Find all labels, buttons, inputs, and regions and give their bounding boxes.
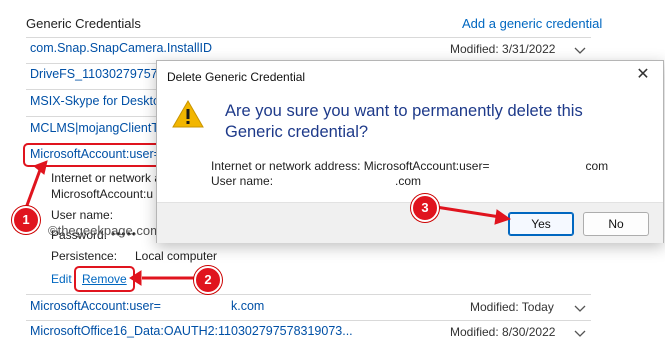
step-badge-3: 3 bbox=[411, 194, 439, 222]
step-badge-2: 2 bbox=[194, 266, 222, 294]
annotation-arrows bbox=[24, 160, 512, 286]
step-badge-1: 1 bbox=[12, 206, 40, 234]
